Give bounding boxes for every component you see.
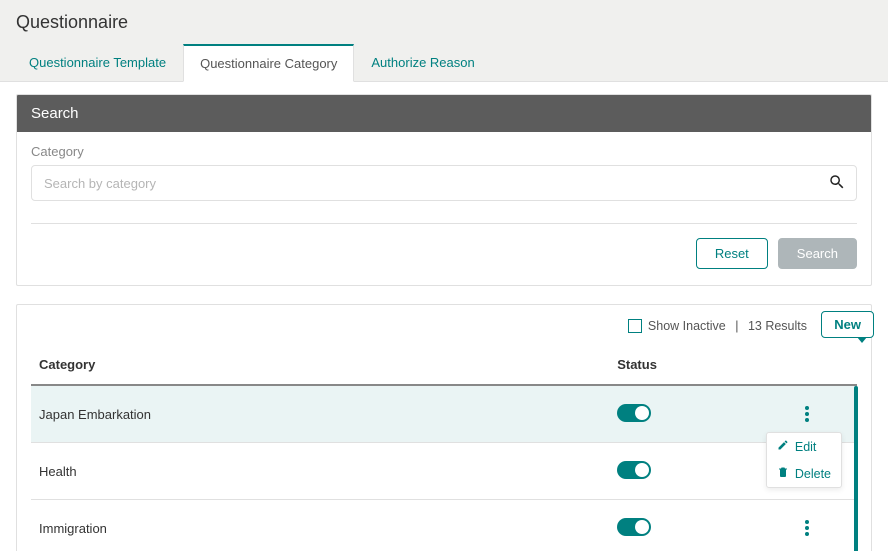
row-actions-dropdown: Edit Delete bbox=[766, 432, 842, 488]
pencil-icon bbox=[777, 439, 789, 454]
row-actions-menu-button[interactable] bbox=[795, 402, 819, 426]
search-icon[interactable] bbox=[828, 173, 846, 194]
tab-content: Search Category Reset Search New bbox=[0, 82, 888, 551]
search-panel-header: Search bbox=[17, 95, 871, 132]
column-header-actions bbox=[758, 347, 857, 385]
tab-authorize-reason[interactable]: Authorize Reason bbox=[354, 44, 491, 82]
delete-action[interactable]: Delete bbox=[767, 460, 841, 487]
results-table: Category Status Japan Embarkation Health bbox=[31, 347, 857, 551]
scrollbar[interactable] bbox=[854, 386, 858, 551]
tab-bar: Questionnaire Template Questionnaire Cat… bbox=[0, 43, 888, 82]
category-search-input[interactable] bbox=[42, 175, 828, 192]
trash-icon bbox=[777, 466, 789, 481]
cell-category: Immigration bbox=[31, 500, 609, 551]
category-field-label: Category bbox=[31, 144, 857, 159]
status-toggle[interactable] bbox=[617, 461, 651, 479]
tab-questionnaire-category[interactable]: Questionnaire Category bbox=[183, 44, 354, 82]
delete-action-label: Delete bbox=[795, 467, 831, 481]
table-row: Health bbox=[31, 443, 857, 500]
cell-status bbox=[609, 500, 758, 551]
column-header-category: Category bbox=[31, 347, 609, 385]
show-inactive-checkbox[interactable] bbox=[628, 319, 642, 333]
tab-questionnaire-template[interactable]: Questionnaire Template bbox=[12, 44, 183, 82]
cell-category: Health bbox=[31, 443, 609, 500]
status-toggle[interactable] bbox=[617, 518, 651, 536]
search-panel: Search Category Reset Search bbox=[16, 94, 872, 286]
cell-status bbox=[609, 443, 758, 500]
show-inactive-label: Show Inactive bbox=[648, 319, 726, 333]
edit-action[interactable]: Edit bbox=[767, 433, 841, 460]
category-search-box bbox=[31, 165, 857, 201]
table-row: Japan Embarkation bbox=[31, 385, 857, 443]
results-panel: New Show Inactive | 13 Results Category … bbox=[16, 304, 872, 551]
row-actions-menu-button[interactable] bbox=[795, 516, 819, 540]
new-button[interactable]: New bbox=[821, 311, 874, 338]
column-header-status: Status bbox=[609, 347, 758, 385]
status-toggle[interactable] bbox=[617, 404, 651, 422]
search-button[interactable]: Search bbox=[778, 238, 857, 269]
cell-status bbox=[609, 385, 758, 443]
results-separator: | bbox=[732, 319, 742, 333]
table-row: Immigration bbox=[31, 500, 857, 551]
page-title: Questionnaire bbox=[0, 0, 888, 43]
edit-action-label: Edit bbox=[795, 440, 817, 454]
cell-category: Japan Embarkation bbox=[31, 385, 609, 443]
results-count: 13 Results bbox=[748, 319, 807, 333]
reset-button[interactable]: Reset bbox=[696, 238, 768, 269]
